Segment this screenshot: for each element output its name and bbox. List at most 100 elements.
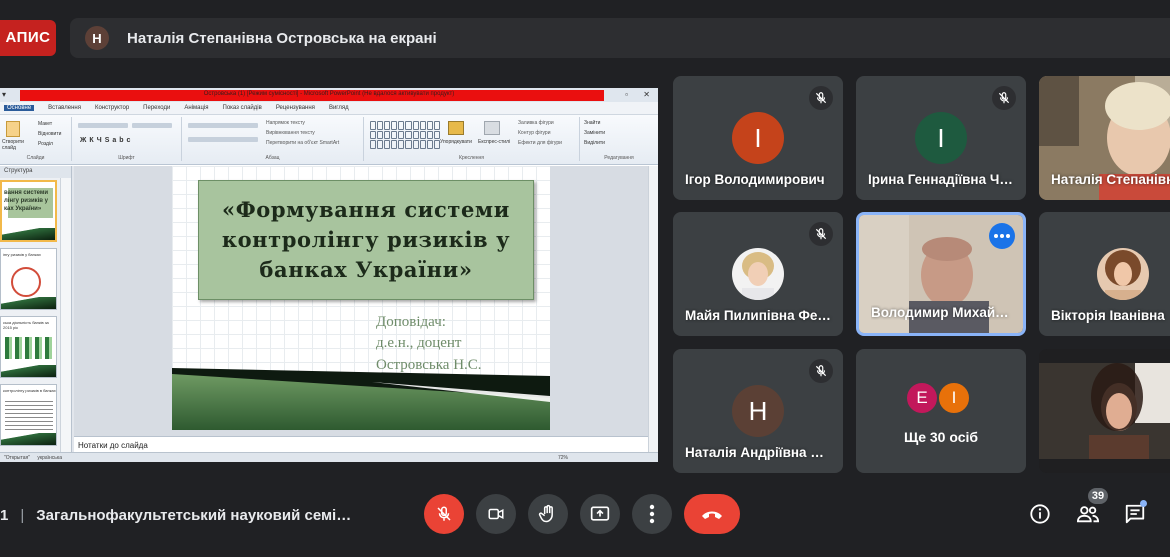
ribbon-group-label: Редагування [604, 155, 634, 161]
presenter-avatar: Н [85, 26, 109, 50]
find-label: Знайти [584, 120, 601, 126]
layout-label: Макет [38, 121, 53, 127]
more-options-button[interactable] [632, 494, 672, 534]
more-vert-icon [649, 504, 655, 524]
status-language: українська [37, 455, 62, 461]
thumbnail-scrollbar[interactable] [60, 178, 71, 452]
chat-notification-dot [1140, 500, 1147, 507]
shape-outline-label: Контур фігури [518, 130, 551, 136]
ppt-titlebar: Островська (1) [Режим сумісності] - Micr… [0, 88, 658, 102]
slide-thumbnail: вання системи лінгу ризиків у ках Україн… [0, 180, 57, 242]
participant-avatar: І [937, 381, 971, 415]
slide-notes[interactable]: Нотатки до слайда [74, 436, 648, 452]
ppt-workspace: Структура вання системи лінгу ризиків у … [0, 166, 658, 462]
present-icon [590, 506, 610, 521]
thumbnail-text: інгу ризиків у банках [3, 252, 41, 257]
presenter-line: Доповідач: [376, 314, 446, 330]
more-options-button[interactable] [989, 223, 1015, 249]
new-slide-icon [6, 121, 20, 137]
ribbon-group-font: ЖКЧSabc Шрифт [72, 117, 182, 161]
shared-screen[interactable]: Островська (1) [Режим сумісності] - Micr… [0, 88, 658, 462]
smartart-label: Перетворити на об'єкт SmartArt [266, 140, 340, 146]
slide-title-box: «Формування системи контролінгу ризиків … [198, 180, 534, 300]
presenting-text: Наталія Степанівна Островська на екрані [127, 29, 437, 47]
new-slide-label: Створити слайд [2, 139, 24, 151]
ribbon-group-slides: Створити слайд Макет Відновити Розділ Сл… [0, 117, 72, 161]
slide-title-line: банках України» [259, 256, 473, 282]
mic-off-icon [809, 359, 833, 383]
slide-scrollbar[interactable] [648, 166, 658, 452]
meeting-separator: | [20, 506, 25, 524]
participant-video-tile-speaking[interactable]: Володимир Михай… [856, 212, 1026, 336]
participant-tile[interactable]: Вікторія Іванівна [1039, 212, 1170, 336]
mic-off-icon [809, 222, 833, 246]
arrange-icon [448, 121, 464, 135]
participant-tile[interactable]: І Ігор Володимирович [673, 76, 843, 200]
quick-styles-icon [484, 121, 500, 135]
camera-toggle-button[interactable] [476, 494, 516, 534]
mic-off-icon [809, 86, 833, 110]
ribbon-group-editing: Знайти Замінити Виділити Редагування [580, 117, 658, 161]
select-label: Виділити [584, 140, 605, 146]
shapes-gallery [370, 121, 440, 149]
participant-tile[interactable]: І Ірина Геннадіївна Ч… [856, 76, 1026, 200]
ppt-ribbon: Створити слайд Макет Відновити Розділ Сл… [0, 115, 658, 165]
recording-badge[interactable]: АПИС [0, 20, 56, 56]
mic-toggle-button[interactable] [424, 494, 464, 534]
slide-thumbnail: ська діяльність банків за 2015 рік [0, 316, 57, 378]
participant-name: Ігор Володимирович [685, 172, 825, 187]
slide-presenter-info: Доповідач: д.е.н., доцент Островська Н.С… [376, 312, 482, 376]
thumbnail-chart [5, 337, 53, 359]
shape-fill-label: Заливка фігури [518, 120, 554, 126]
more-participants-tile[interactable]: Е І Ще 30 осіб [856, 349, 1026, 473]
thumbnail-text: вання системи лінгу ризиків у ках Україн… [4, 190, 49, 212]
text-direction-label: Напрямок тексту [266, 120, 305, 126]
people-button[interactable] [1074, 500, 1102, 528]
reset-label: Відновити [38, 131, 62, 137]
meeting-info: 1 | Загальнофакультетський науковий семі… [0, 500, 351, 530]
participant-video-tile[interactable] [1039, 349, 1170, 473]
ppt-tab: Конструктор [94, 105, 130, 111]
leave-call-button[interactable] [684, 494, 740, 534]
ppt-tab: Вигляд [328, 105, 349, 111]
ppt-maximize-icon: ▫ [625, 90, 628, 99]
hand-icon [538, 504, 553, 523]
slide-thumbnail: контролінгу ризиків в банках [0, 384, 57, 446]
more-participants-label: Ще 30 осіб [903, 429, 979, 445]
align-text-label: Вирівнювання тексту [266, 130, 315, 136]
ribbon-group-label: Шрифт [118, 155, 135, 161]
ppt-tab: Показ слайдів [222, 105, 262, 111]
ppt-menu-tabs: Основне Вставлення Конструктор Переходи … [0, 102, 658, 115]
structure-tab: Структура [0, 166, 71, 178]
ribbon-group-label: Абзац [265, 155, 280, 161]
participant-photo [1097, 248, 1149, 300]
thumbnail-text: ська діяльність банків за 2015 рік [3, 320, 49, 330]
participant-video-tile[interactable]: Наталія Степанівна [1039, 76, 1170, 200]
slide-thumbnail: інгу ризиків у банках [0, 248, 57, 310]
ribbon-group-label: Слайди [26, 155, 45, 161]
raise-hand-button[interactable] [528, 494, 568, 534]
slide-title: «Формування системи контролінгу ризиків … [222, 195, 510, 284]
slide-thumbnails-panel: Структура вання системи лінгу ризиків у … [0, 166, 72, 452]
shape-effects-label: Ефекти для фігури [518, 140, 562, 146]
camera-icon [488, 508, 504, 520]
ppt-statusbar: "Открытая" українська 72% [0, 452, 658, 462]
participant-tile[interactable]: Н Наталія Андріївна Б… [673, 349, 843, 473]
participant-avatar: Е [905, 381, 939, 415]
participant-video [1039, 349, 1170, 473]
ppt-tab: Анімація [184, 105, 209, 111]
present-screen-button[interactable] [580, 494, 620, 534]
ribbon-group-label: Креслення [459, 155, 484, 161]
slide-title-line: контролінгу ризиків у [221, 227, 511, 253]
quick-styles-label: Експрес-стилі [478, 139, 511, 145]
participant-name: Володимир Михай… [871, 305, 1009, 320]
status-theme: "Открытая" [4, 455, 31, 461]
participant-tile[interactable]: Майя Пилипівна Фе… [673, 212, 843, 336]
font-format-icons: ЖКЧSabc [80, 137, 134, 144]
thumbnail-lines [5, 401, 53, 431]
meeting-time: 1 [0, 506, 9, 524]
participant-name: Наталія Степанівна [1051, 172, 1170, 187]
ppt-tab: Переходи [143, 105, 171, 111]
participant-photo [732, 248, 784, 300]
meeting-details-button[interactable] [1026, 500, 1054, 528]
